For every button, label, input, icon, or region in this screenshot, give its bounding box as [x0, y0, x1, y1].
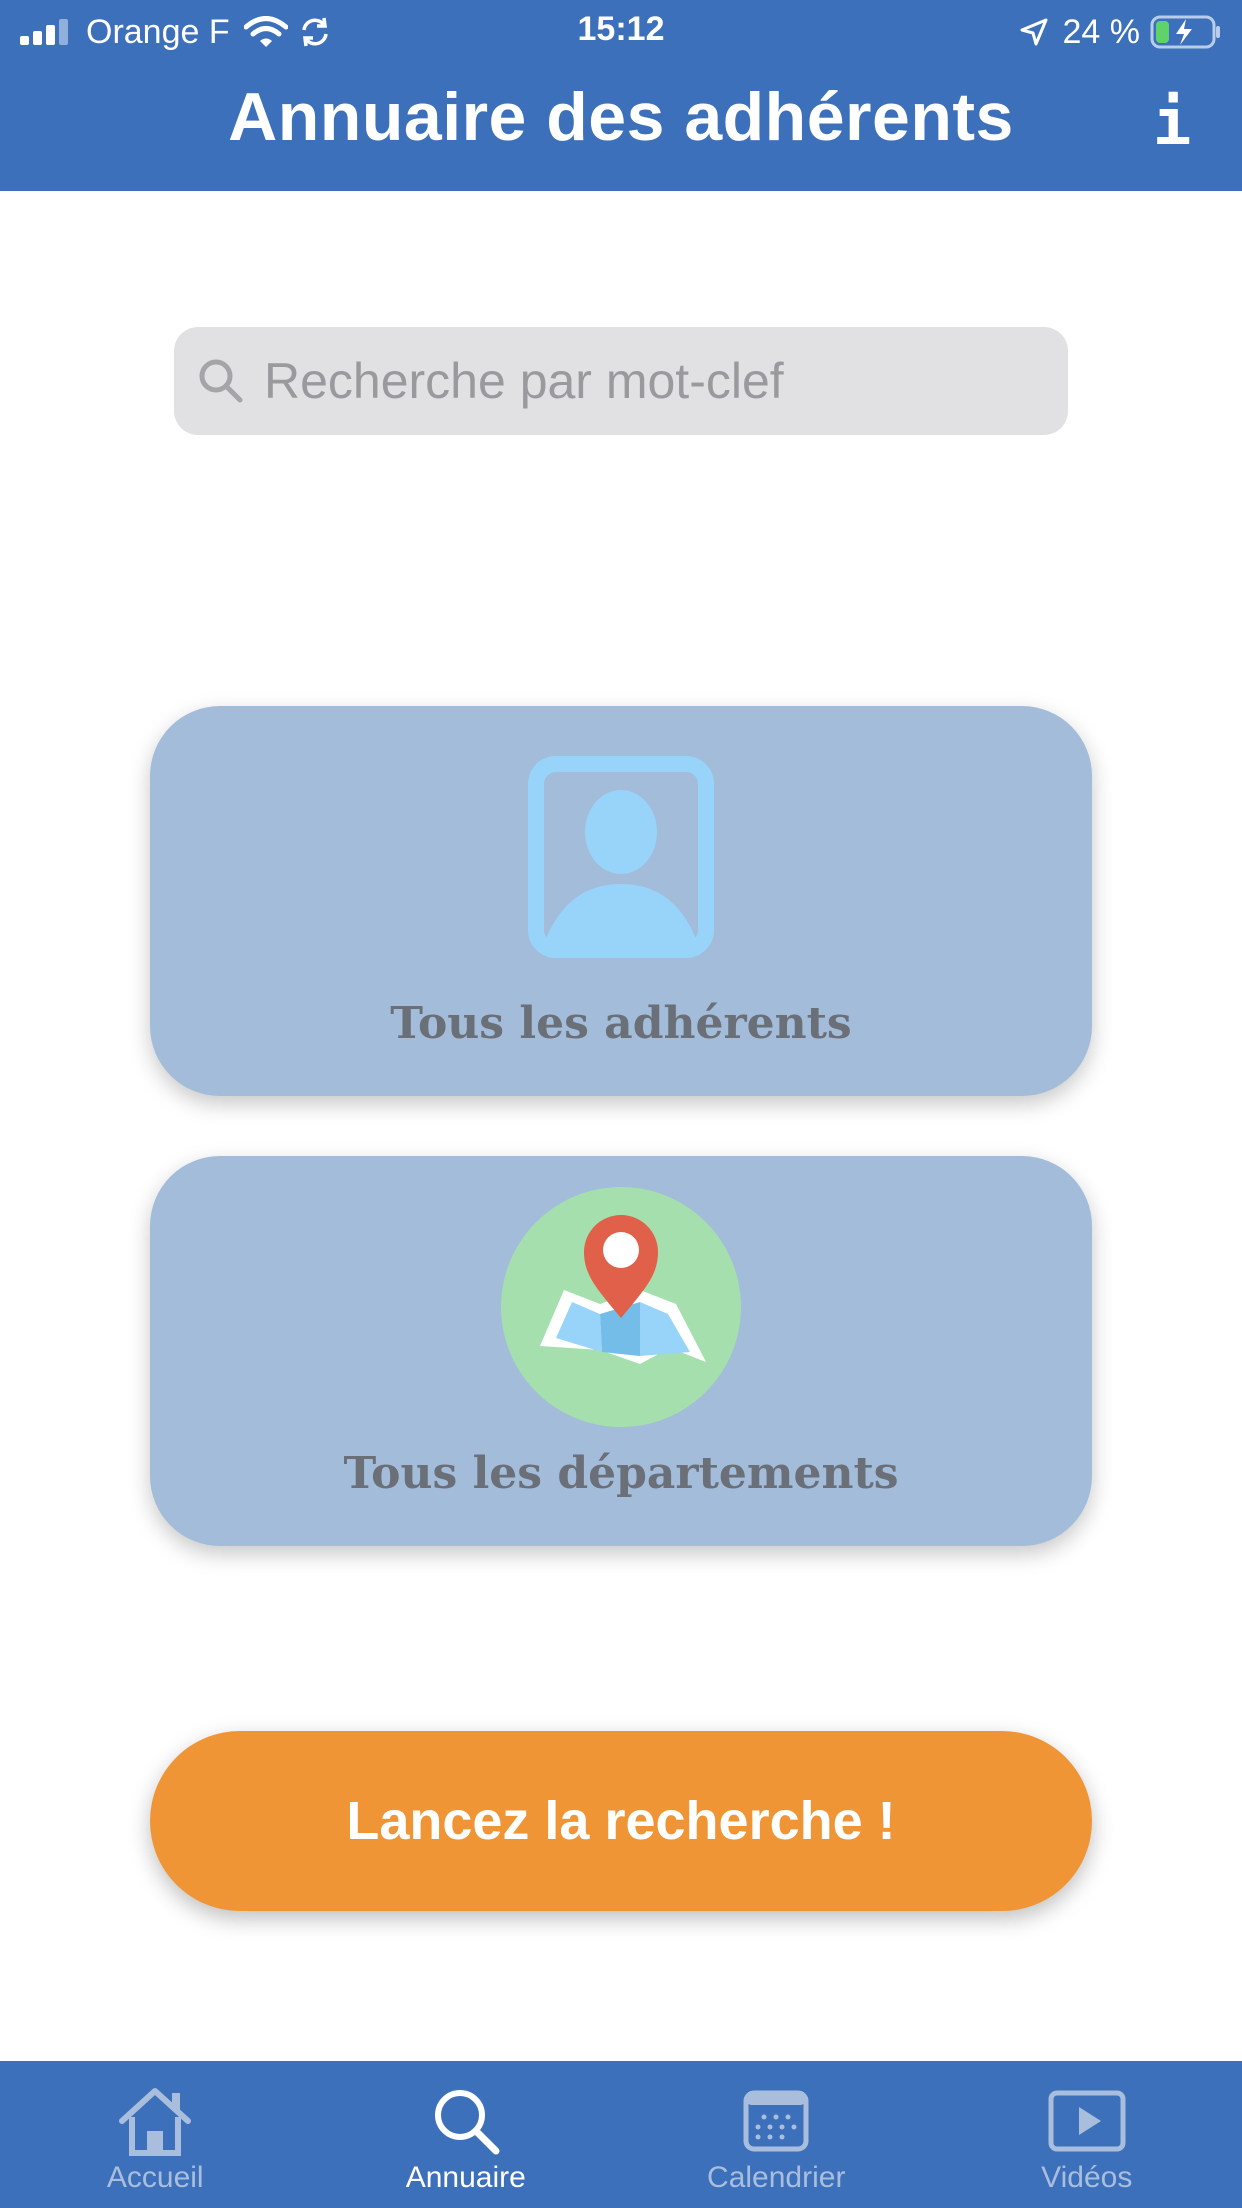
tab-annuaire[interactable]: Annuaire: [311, 2061, 622, 2208]
calendar-icon: [743, 2090, 809, 2152]
page-title: Annuaire des adhérents: [228, 79, 1014, 155]
tab-calendrier[interactable]: Calendrier: [621, 2061, 932, 2208]
map-pin-icon: [501, 1187, 741, 1427]
all-members-label: Tous les adhérents: [390, 998, 852, 1049]
all-departments-label: Tous les départements: [343, 1448, 899, 1499]
search-bar[interactable]: [174, 327, 1068, 435]
battery-charging-icon: [1150, 15, 1220, 49]
play-icon: [1048, 2090, 1126, 2152]
tab-accueil[interactable]: Accueil: [0, 2061, 311, 2208]
tab-label-annuaire: Annuaire: [405, 2161, 526, 2194]
info-button[interactable]: i: [1142, 88, 1202, 158]
tab-label-accueil: Accueil: [106, 2161, 204, 2194]
tab-label-videos: Vidéos: [1041, 2161, 1133, 2194]
launch-search-button[interactable]: Lancez la recherche !: [150, 1731, 1092, 1911]
header: Orange F 15:12 24 % Annuaire des adhéren…: [0, 0, 1242, 191]
all-departments-card[interactable]: Tous les départements: [150, 1156, 1092, 1546]
tab-label-calendrier: Calendrier: [707, 2161, 846, 2194]
contact-portrait-icon: [528, 756, 714, 958]
search-input[interactable]: [264, 352, 1024, 410]
status-right: 24 %: [1019, 10, 1223, 54]
all-members-card[interactable]: Tous les adhérents: [150, 706, 1092, 1096]
tab-videos[interactable]: Vidéos: [932, 2061, 1242, 2208]
status-bar: Orange F 15:12 24 %: [0, 0, 1242, 64]
tab-bar: Accueil Annuaire Calendrier Vidéos: [0, 2061, 1242, 2208]
battery-percent: 24 %: [1062, 12, 1141, 51]
search-icon: [434, 2090, 500, 2155]
home-icon: [119, 2088, 192, 2156]
search-icon: [199, 359, 243, 403]
location-arrow-icon: [1020, 18, 1047, 46]
